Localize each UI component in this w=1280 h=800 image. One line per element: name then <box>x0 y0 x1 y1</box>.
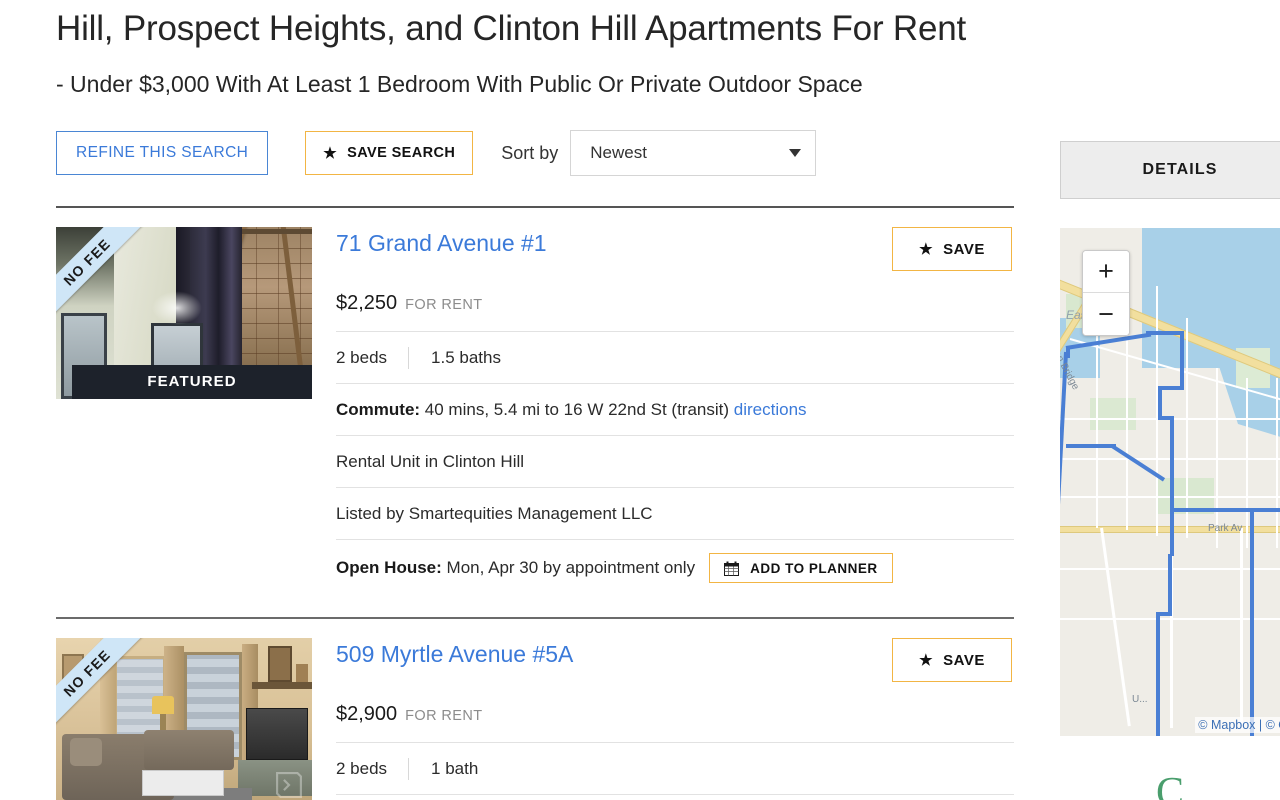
star-icon: ★ <box>323 146 337 161</box>
save-listing-button[interactable]: ★ SAVE <box>892 227 1012 271</box>
listing-beds: 2 beds <box>336 758 408 780</box>
tab-details[interactable]: DETAILS <box>1060 141 1280 199</box>
map-label-street: U... <box>1132 694 1148 705</box>
save-listing-label: SAVE <box>943 652 985 669</box>
save-search-label: SAVE SEARCH <box>347 145 455 161</box>
sort-select[interactable]: Newest <box>570 130 816 176</box>
add-to-planner-label: ADD TO PLANNER <box>750 561 878 576</box>
listing-info: 71 Grand Avenue #1 ★ SAVE $2,250 FOR REN… <box>336 227 1014 595</box>
save-search-button[interactable]: ★ SAVE SEARCH <box>305 131 473 175</box>
listing-card[interactable]: NO FEE 509 Myrtle Avenue #5A ★ SAVE $2,9… <box>56 619 1014 800</box>
map-boundary <box>1250 508 1254 736</box>
map-street <box>1186 318 1188 538</box>
map-street <box>1240 528 1243 728</box>
listing-thumbnail[interactable]: NO FEE <box>56 638 312 800</box>
featured-badge: FEATURED <box>72 365 312 399</box>
listing-open-house: Open House: Mon, Apr 30 by appointment o… <box>336 539 1014 595</box>
zoom-out-button[interactable]: − <box>1083 293 1129 335</box>
map-boundary <box>1146 331 1184 335</box>
map-boundary <box>1170 416 1174 556</box>
save-listing-button[interactable]: ★ SAVE <box>892 638 1012 682</box>
map-boundary <box>1170 508 1280 512</box>
map-street <box>1246 378 1248 548</box>
listing-address-link[interactable]: 71 Grand Avenue #1 <box>336 227 547 257</box>
save-listing-label: SAVE <box>943 241 985 258</box>
results-column: Hill, Prospect Heights, and Clinton Hill… <box>56 0 1014 800</box>
map-panel: DETAILS <box>1060 0 1280 800</box>
refine-search-button[interactable]: REFINE THIS SEARCH <box>56 131 268 175</box>
map-boundary <box>1066 444 1116 448</box>
listing-price-row: $2,250 FOR RENT <box>336 292 1014 331</box>
map-label-park-ave: Park Av <box>1208 523 1242 534</box>
chevron-down-icon <box>789 149 801 157</box>
listing-price: $2,900 <box>336 703 397 726</box>
page-subtitle: - Under $3,000 With At Least 1 Bedroom W… <box>56 70 1014 98</box>
listing-price: $2,250 <box>336 292 397 315</box>
listing-header: 509 Myrtle Avenue #5A ★ SAVE <box>336 638 1014 682</box>
listing-commute: Commute: 50 mins, 8.1 mi to 16 W 22nd St… <box>336 794 1014 800</box>
map-view[interactable]: East River an Bridge Park Av U... + − © … <box>1060 228 1280 736</box>
listing-address-link[interactable]: 509 Myrtle Avenue #5A <box>336 638 573 668</box>
listing-card[interactable]: NO FEE FEATURED 71 Grand Avenue #1 ★ SAV… <box>56 208 1014 595</box>
map-boundary <box>1156 612 1160 736</box>
map-boundary <box>1180 331 1184 389</box>
listing-listed-by: Listed by Smartequities Management LLC <box>336 487 1014 539</box>
sort-by-label: Sort by <box>501 143 558 164</box>
brand-logo: C <box>1156 772 1184 800</box>
map-boundary <box>1168 554 1172 614</box>
add-to-planner-button[interactable]: ADD TO PLANNER <box>709 553 893 583</box>
listing-baths: 1.5 baths <box>408 347 501 369</box>
commute-label: Commute: <box>336 400 420 419</box>
listing-status: FOR RENT <box>405 708 482 724</box>
listing-header: 71 Grand Avenue #1 ★ SAVE <box>336 227 1014 271</box>
zoom-in-button[interactable]: + <box>1083 251 1129 293</box>
search-results-page: Hill, Prospect Heights, and Clinton Hill… <box>0 0 1280 800</box>
directions-link[interactable]: directions <box>734 400 807 419</box>
listing-status: FOR RENT <box>405 297 482 313</box>
calendar-icon <box>724 561 739 576</box>
listing-commute: Commute: 40 mins, 5.4 mi to 16 W 22nd St… <box>336 383 1014 435</box>
listing-info: 509 Myrtle Avenue #5A ★ SAVE $2,900 FOR … <box>336 638 1014 800</box>
listing-thumbnail[interactable]: NO FEE FEATURED <box>56 227 312 399</box>
listing-unit-type: Rental Unit in Clinton Hill <box>336 435 1014 487</box>
listing-price-row: $2,900 FOR RENT <box>336 703 1014 742</box>
results-toolbar: REFINE THIS SEARCH ★ SAVE SEARCH Sort by… <box>56 130 1014 176</box>
map-boundary <box>1158 386 1162 420</box>
open-house-label: Open House: <box>336 558 442 577</box>
map-street <box>1276 378 1278 548</box>
listing-beds-baths: 2 beds 1 bath <box>336 742 1014 794</box>
open-house-text: Mon, Apr 30 by appointment only <box>447 558 696 577</box>
listing-beds-baths: 2 beds 1.5 baths <box>336 331 1014 383</box>
sort-select-value: Newest <box>590 143 789 163</box>
watermark-logo <box>272 768 306 800</box>
page-title: Hill, Prospect Heights, and Clinton Hill… <box>56 0 1014 50</box>
star-icon: ★ <box>919 653 933 668</box>
map-zoom-controls[interactable]: + − <box>1082 250 1130 336</box>
star-icon: ★ <box>919 242 933 257</box>
commute-text: 40 mins, 5.4 mi to 16 W 22nd St (transit… <box>425 400 729 419</box>
listing-beds: 2 beds <box>336 347 408 369</box>
map-attribution[interactable]: © Mapbox | © Op <box>1195 717 1280 733</box>
listing-baths: 1 bath <box>408 758 478 780</box>
